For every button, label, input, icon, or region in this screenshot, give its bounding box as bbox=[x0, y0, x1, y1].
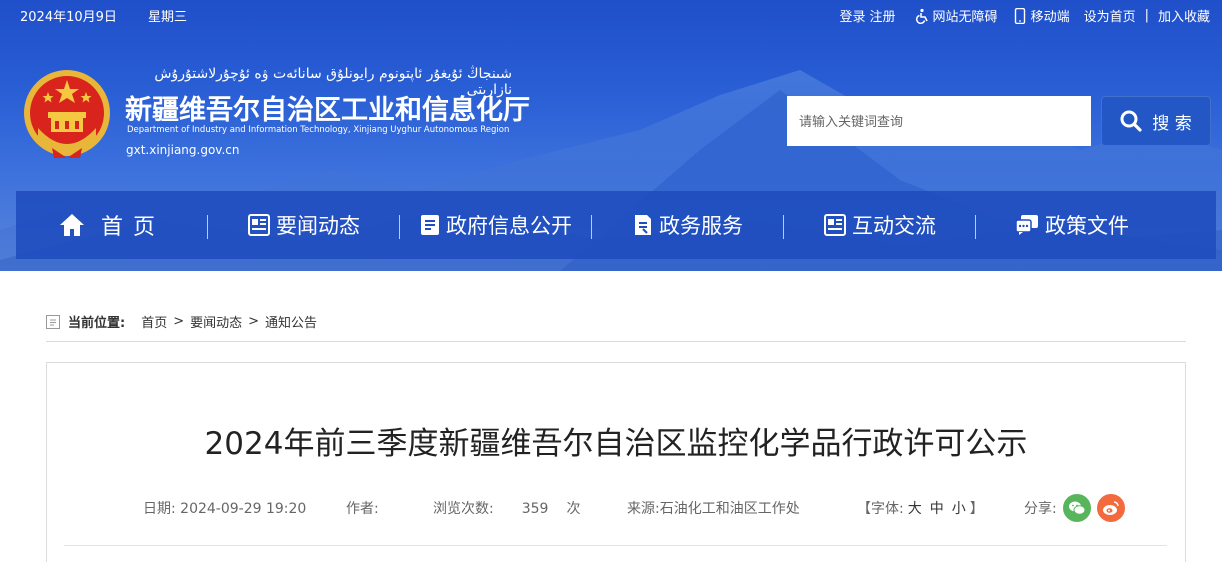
breadcrumb-separator: > bbox=[248, 314, 260, 329]
nav-label: 政策文件 bbox=[1045, 214, 1129, 238]
register-link[interactable]: 注册 bbox=[870, 6, 896, 25]
location-icon bbox=[46, 314, 60, 329]
nav-item-services[interactable]: 政务服务 bbox=[592, 191, 784, 259]
site-title: 新疆维吾尔自治区工业和信息化厅 bbox=[125, 95, 530, 126]
top-bar: 2024年10月9日 星期三 登录 注册 网站无障碍 移动端 设为首页 | 加入… bbox=[0, 0, 1222, 30]
nav-item-home[interactable]: 首页 bbox=[16, 191, 208, 259]
date-value: 2024-09-29 19:20 bbox=[180, 501, 307, 517]
nav-label: 首页 bbox=[100, 215, 165, 240]
service-icon bbox=[635, 215, 651, 235]
add-favorite-link[interactable]: 加入收藏 bbox=[1158, 6, 1210, 25]
source-value: 石油化工和油区工作处 bbox=[659, 501, 800, 517]
site-title-english: Department of Industry and Information T… bbox=[127, 125, 510, 135]
national-emblem-logo bbox=[24, 70, 110, 158]
breadcrumb: 当前位置: 首页 > 要闻动态 > 通知公告 bbox=[46, 312, 317, 331]
share-label: 分享: bbox=[1024, 501, 1057, 517]
nav-item-interaction[interactable]: 互动交流 bbox=[784, 191, 976, 259]
current-weekday: 星期三 bbox=[148, 10, 188, 25]
top-links: 登录 注册 网站无障碍 移动端 设为首页 | 加入收藏 bbox=[840, 6, 1210, 25]
site-header: 2024年10月9日 星期三 登录 注册 网站无障碍 移动端 设为首页 | 加入… bbox=[0, 0, 1222, 271]
login-link[interactable]: 登录 bbox=[840, 6, 866, 25]
views-label: 浏览次数: bbox=[433, 501, 494, 517]
font-size-control: 【字体: 大中小】 bbox=[857, 498, 984, 518]
accessibility-link[interactable]: 网站无障碍 bbox=[914, 6, 998, 25]
current-date: 2024年10月9日 bbox=[20, 10, 117, 25]
interaction-icon bbox=[824, 214, 846, 236]
font-size-label: 【字体: bbox=[857, 501, 904, 517]
font-medium-button[interactable]: 中 bbox=[930, 501, 944, 517]
author-label: 作者: bbox=[346, 501, 379, 517]
search-button-label: 搜 索 bbox=[1152, 113, 1192, 134]
nav-label: 互动交流 bbox=[852, 214, 936, 238]
wechat-share-button[interactable] bbox=[1062, 494, 1091, 522]
source-label: 来源: bbox=[627, 501, 660, 517]
nav-item-policy[interactable]: 政策文件 bbox=[976, 191, 1168, 259]
font-small-button[interactable]: 小 bbox=[952, 501, 966, 517]
breadcrumb-label: 当前位置: bbox=[68, 316, 126, 331]
views-unit: 次 bbox=[566, 501, 581, 517]
divider bbox=[64, 545, 1167, 546]
set-homepage-link[interactable]: 设为首页 bbox=[1084, 6, 1136, 25]
site-domain: gxt.xinjiang.gov.cn bbox=[126, 143, 240, 157]
mobile-phone-icon bbox=[1014, 7, 1025, 24]
views-count: 359 bbox=[521, 501, 549, 517]
article-title: 2024年前三季度新疆维吾尔自治区监控化学品行政许可公示 bbox=[204, 426, 1028, 462]
info-icon bbox=[421, 215, 439, 235]
search-button[interactable]: 搜 索 bbox=[1101, 96, 1211, 146]
nav-item-news[interactable]: 要闻动态 bbox=[208, 191, 400, 259]
breadcrumb-news[interactable]: 要闻动态 bbox=[190, 312, 242, 331]
home-icon bbox=[59, 214, 84, 236]
mobile-link[interactable]: 移动端 bbox=[1012, 6, 1070, 25]
accessibility-label: 网站无障碍 bbox=[932, 10, 998, 25]
date-label: 日期: bbox=[143, 501, 176, 517]
article-views: 浏览次数: 359 次 bbox=[433, 498, 580, 518]
breadcrumb-notices[interactable]: 通知公告 bbox=[265, 312, 317, 331]
article-date: 日期: 2024-09-29 19:20 bbox=[143, 498, 306, 518]
search-input[interactable] bbox=[787, 96, 1091, 146]
weibo-icon bbox=[1102, 501, 1119, 515]
weibo-share-button[interactable] bbox=[1096, 494, 1125, 522]
nav-item-info-disclosure[interactable]: 政府信息公开 bbox=[400, 191, 592, 259]
wechat-icon bbox=[1068, 501, 1086, 515]
font-large-button[interactable]: 大 bbox=[908, 501, 922, 517]
news-icon bbox=[248, 214, 270, 236]
search-icon bbox=[1120, 110, 1142, 132]
nav-label: 政府信息公开 bbox=[446, 214, 572, 238]
font-size-bracket: 】 bbox=[969, 501, 984, 517]
divider bbox=[46, 341, 1186, 342]
mobile-label: 移动端 bbox=[1030, 10, 1070, 25]
nav-label: 政务服务 bbox=[659, 214, 743, 238]
breadcrumb-home[interactable]: 首页 bbox=[141, 312, 167, 331]
nav-label: 要闻动态 bbox=[276, 214, 360, 238]
breadcrumb-separator: > bbox=[173, 314, 185, 329]
wheelchair-icon bbox=[915, 8, 928, 24]
top-divider: | bbox=[1144, 8, 1149, 23]
policy-icon bbox=[1015, 215, 1038, 235]
article-source: 来源:石油化工和油区工作处 bbox=[627, 498, 800, 518]
share-bar: 分享: bbox=[1024, 494, 1125, 522]
main-nav: 首页 要闻动态 政府信息公开 政务服务 互动交流 政策文件 bbox=[16, 191, 1216, 259]
article-author: 作者: bbox=[346, 498, 379, 518]
